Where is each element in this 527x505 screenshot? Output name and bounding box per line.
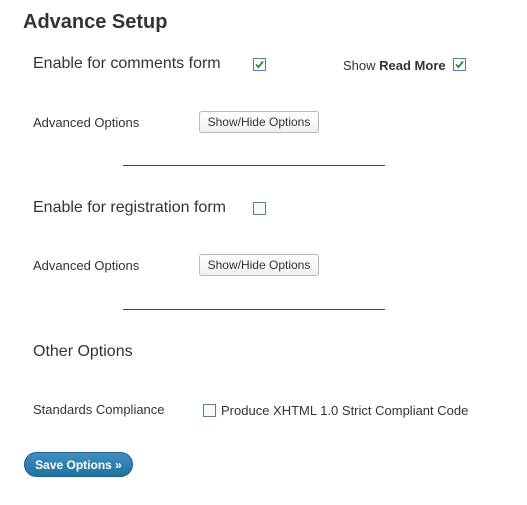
registration-advanced-options-label: Advanced Options <box>33 258 140 273</box>
checkmark-icon <box>455 60 464 69</box>
enable-comments-checkbox[interactable] <box>253 58 266 71</box>
comments-show-hide-options-button[interactable]: Show/Hide Options <box>199 111 319 133</box>
other-options-heading: Other Options <box>33 343 133 360</box>
show-read-more-label: Show Read More <box>343 58 446 73</box>
save-options-button[interactable]: Save Options » <box>24 452 133 477</box>
xhtml-strict-label[interactable]: Produce XHTML 1.0 Strict Compliant Code <box>221 403 468 418</box>
section-divider <box>123 165 385 166</box>
comments-advanced-options-label: Advanced Options <box>33 115 140 130</box>
read-more-checkbox[interactable] <box>453 58 466 71</box>
enable-comments-label: Enable for comments form <box>33 55 221 72</box>
registration-show-hide-options-button[interactable]: Show/Hide Options <box>199 254 319 276</box>
xhtml-strict-checkbox[interactable] <box>203 404 216 417</box>
show-prefix: Show <box>343 58 376 73</box>
enable-registration-checkbox[interactable] <box>253 202 266 215</box>
enable-registration-label: Enable for registration form <box>33 199 226 216</box>
read-more-text: Read More <box>379 58 446 73</box>
advance-setup-panel: Advance Setup Enable for comments form S… <box>0 0 527 505</box>
standards-compliance-label: Standards Compliance <box>33 402 165 417</box>
section-divider <box>123 309 385 310</box>
checkmark-icon <box>255 60 264 69</box>
page-title: Advance Setup <box>23 11 168 33</box>
